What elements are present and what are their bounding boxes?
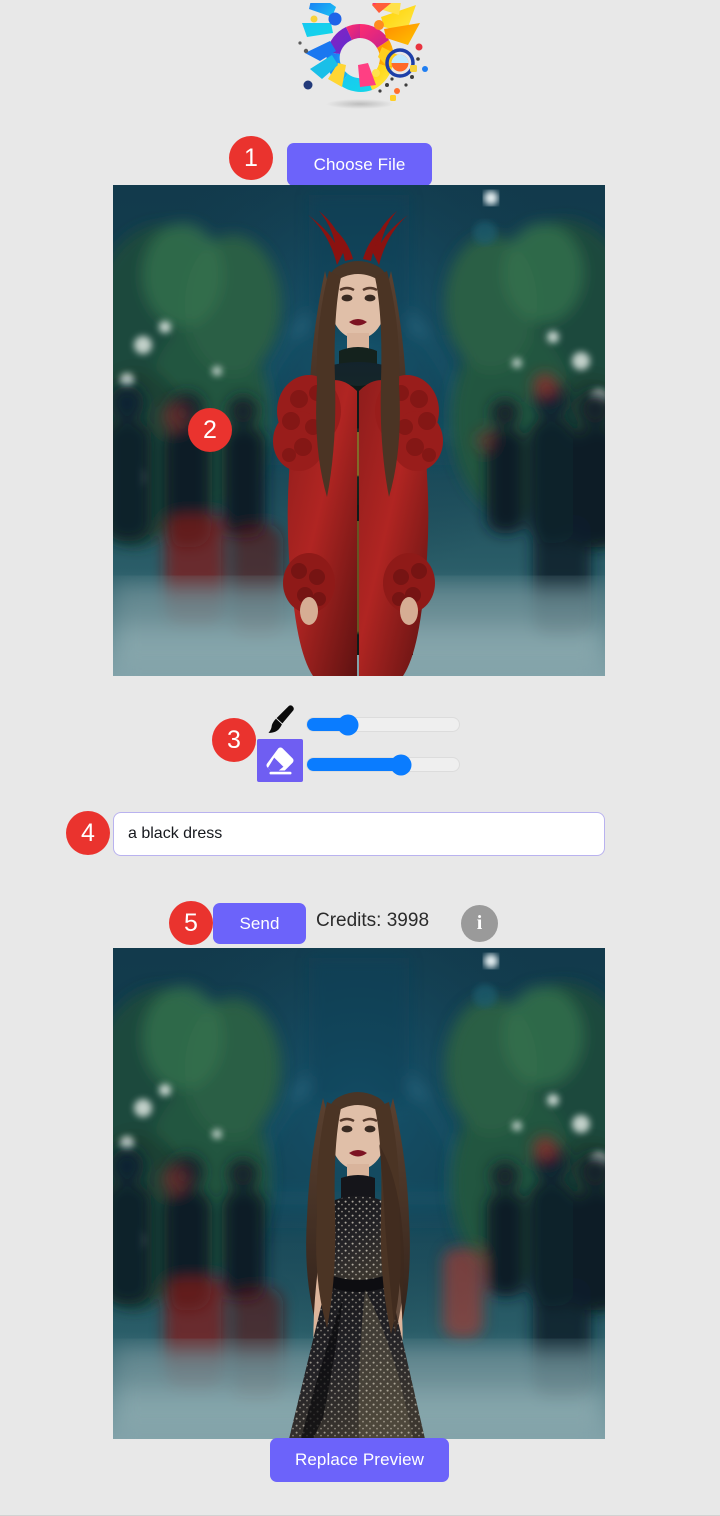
eraser-icon — [266, 747, 294, 774]
send-button[interactable]: Send — [213, 903, 306, 944]
eraser-tool-button[interactable] — [257, 739, 303, 782]
source-runway-photo — [113, 185, 605, 676]
logo-container — [0, 2, 720, 114]
step-marker-1-label: 1 — [244, 143, 258, 172]
brush-size-slider[interactable] — [306, 714, 460, 735]
result-image-canvas[interactable] — [113, 948, 605, 1439]
step-marker-4-label: 4 — [81, 818, 95, 847]
source-image-canvas[interactable] — [113, 185, 605, 676]
step-marker-3-label: 3 — [227, 725, 241, 754]
brush-slider-thumb[interactable] — [337, 714, 359, 735]
colorful-burst-logo — [298, 3, 428, 109]
replace-preview-button[interactable]: Replace Preview — [270, 1438, 449, 1482]
tool-controls — [0, 696, 720, 788]
paintbrush-icon — [268, 704, 294, 733]
credits-label: Credits: 3998 — [316, 910, 430, 931]
result-runway-photo — [113, 948, 605, 1439]
info-icon[interactable]: i — [461, 905, 498, 942]
choose-file-button[interactable]: Choose File — [287, 143, 432, 186]
step-marker-5: 5 — [169, 901, 213, 945]
eraser-slider-thumb[interactable] — [390, 754, 412, 775]
prompt-input[interactable] — [113, 812, 605, 856]
step-marker-2-label: 2 — [203, 415, 217, 444]
step-marker-1: 1 — [229, 136, 273, 180]
info-icon-glyph: i — [476, 912, 483, 934]
step-marker-3: 3 — [212, 718, 256, 762]
step-marker-4: 4 — [66, 811, 110, 855]
app-root: 1 Choose File 2 3 4 a black dress 5 Send… — [0, 0, 720, 1516]
brush-tool-button[interactable] — [259, 698, 305, 741]
step-marker-5-label: 5 — [184, 908, 198, 937]
eraser-size-slider[interactable] — [306, 754, 460, 775]
step-marker-2: 2 — [188, 408, 232, 452]
eraser-slider-fill — [307, 758, 402, 771]
